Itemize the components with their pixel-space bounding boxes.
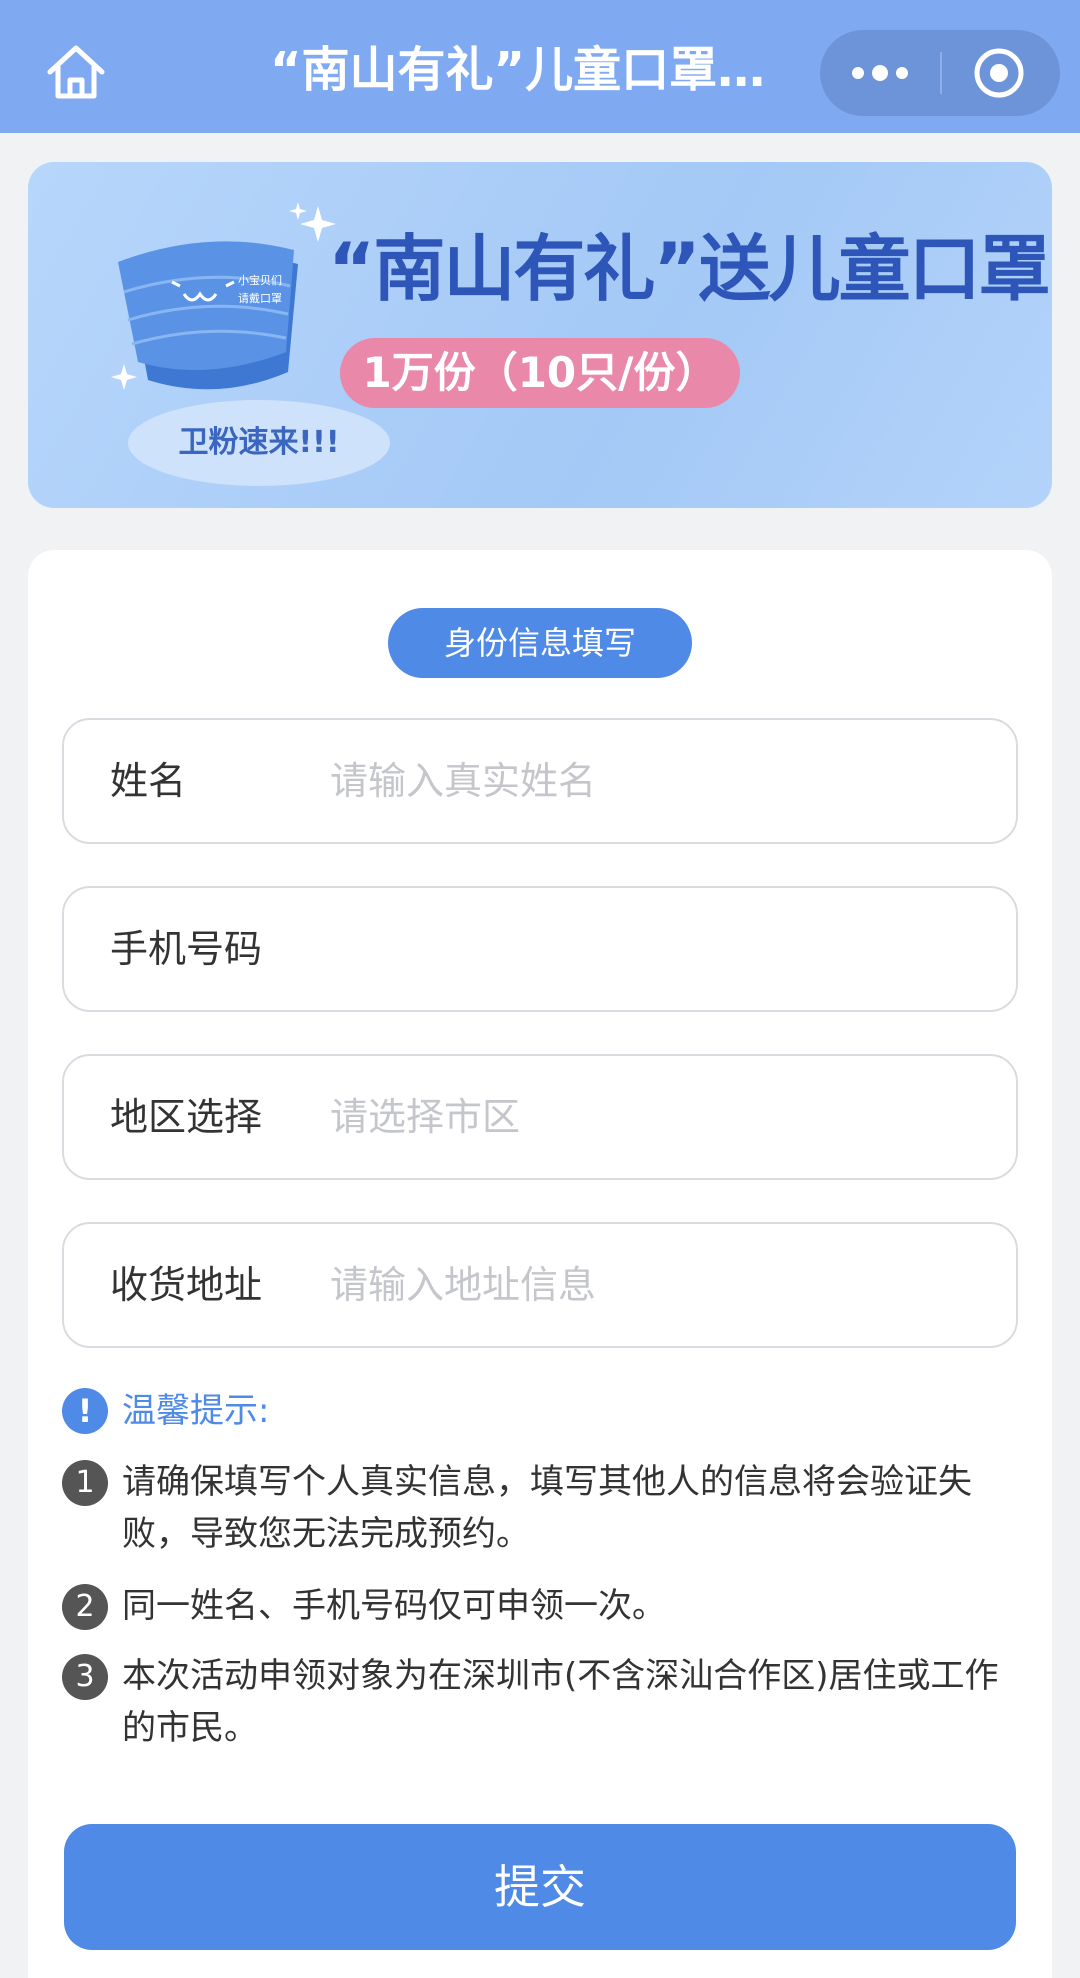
number-3-icon: 3: [62, 1654, 108, 1700]
phone-input[interactable]: [330, 908, 990, 990]
tip-text: 本次活动申领对象为在深圳市(不含深汕合作区)居住或工作的市民。: [122, 1656, 999, 1748]
banner-headline: “南山有礼”送儿童口罩: [328, 227, 1051, 311]
phone-field[interactable]: 手机号码: [62, 886, 1018, 1012]
banner-bubble: 卫粉速来!!!: [128, 400, 390, 486]
navbar: “南山有礼”儿童口罩领取: [0, 0, 1080, 133]
address-field[interactable]: 收货地址: [62, 1222, 1018, 1348]
name-field[interactable]: 姓名: [62, 718, 1018, 844]
promo-banner[interactable]: 小宝贝们 请戴口罩 卫粉速来!!! “南山有礼”送儿童口罩 1万份（10只/份）: [28, 162, 1052, 508]
home-icon[interactable]: [44, 42, 108, 102]
section-title: 身份信息填写: [388, 608, 692, 678]
name-label: 姓名: [110, 759, 187, 803]
tip-item: 2 同一姓名、手机号码仅可申领一次。: [62, 1580, 1022, 1636]
region-label: 地区选择: [110, 1095, 263, 1139]
submit-button[interactable]: 提交: [64, 1824, 1016, 1950]
page-title: “南山有礼”儿童口罩领取: [270, 42, 810, 98]
mask-text-2: 请戴口罩: [238, 291, 282, 305]
address-input[interactable]: [330, 1244, 990, 1326]
number-2-icon: 2: [62, 1584, 108, 1630]
mini-program-capsule: [820, 30, 1060, 116]
address-label: 收货地址: [110, 1263, 263, 1307]
tip-item: 3 本次活动申领对象为在深圳市(不含深汕合作区)居住或工作的市民。: [62, 1650, 1022, 1760]
banner-subline: 1万份（10只/份）: [340, 338, 740, 408]
tip-text: 同一姓名、手机号码仅可申领一次。: [122, 1586, 666, 1626]
phone-label: 手机号码: [110, 927, 263, 971]
mask-text-1: 小宝贝们: [238, 273, 282, 287]
form-card: 身份信息填写 姓名 手机号码 地区选择 收货地址 ! 温馨提示: 1 请确保填写…: [28, 550, 1052, 1978]
target-circle-icon[interactable]: [942, 30, 1060, 116]
region-select[interactable]: [330, 1076, 990, 1158]
number-1-icon: 1: [62, 1460, 108, 1506]
tip-item: 1 请确保填写个人真实信息，填写其他人的信息将会验证失败，导致您无法完成预约。: [62, 1456, 1022, 1566]
exclamation-icon: !: [62, 1388, 108, 1434]
more-dots-icon[interactable]: [820, 30, 940, 116]
tip-text: 请确保填写个人真实信息，填写其他人的信息将会验证失败，导致您无法完成预约。: [122, 1462, 972, 1554]
tips-title: 温馨提示:: [122, 1391, 270, 1431]
region-field[interactable]: 地区选择: [62, 1054, 1018, 1180]
name-input[interactable]: [330, 740, 990, 822]
